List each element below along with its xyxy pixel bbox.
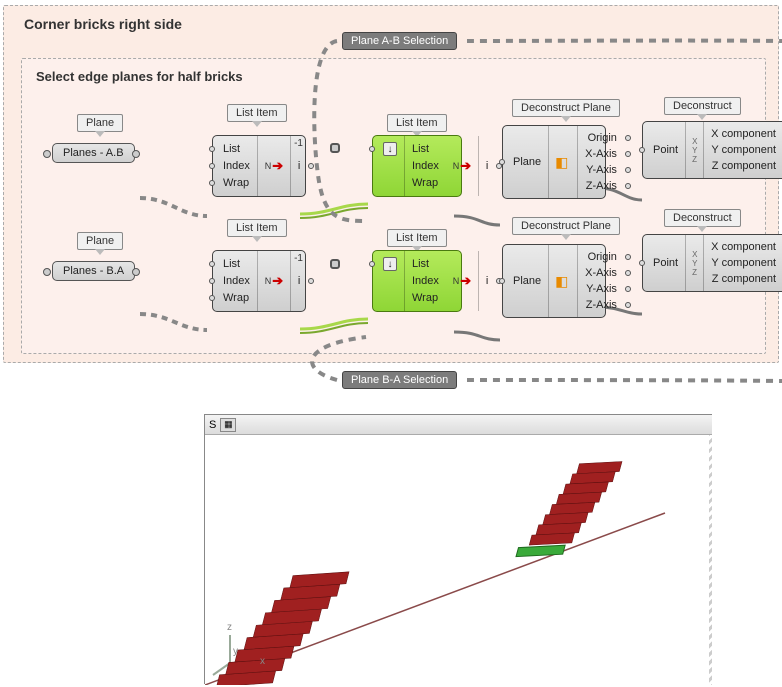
label-decon-pt-2: Deconstruct xyxy=(664,209,741,232)
group-inner: Select edge planes for half bricks Plane… xyxy=(21,58,766,354)
group-outer-title: Corner bricks right side xyxy=(24,16,182,32)
list-item-icon: ➔ xyxy=(452,158,472,174)
pill-plane-ba[interactable]: Plane B-A Selection xyxy=(342,371,457,389)
brick-stack-left xyxy=(217,572,350,685)
viewport-canvas[interactable]: z x y xyxy=(205,435,712,685)
xyz-icon: X Y Z xyxy=(692,137,697,164)
component-deconstruct-plane-1[interactable]: Plane Origin X-Axis Y-Axis Z-Axis xyxy=(502,125,606,199)
plane-icon xyxy=(555,154,571,170)
axis-y-label: y xyxy=(233,646,238,657)
param-planes-ba[interactable]: Planes - B.A xyxy=(52,261,135,281)
label-list-item-1: List Item xyxy=(227,104,287,127)
label-list-item-g2: List Item xyxy=(387,229,447,252)
component-list-item-green-1[interactable]: ↓ . . List Index Wrap ➔ i xyxy=(372,135,462,197)
list-item-icon: ➔ xyxy=(264,273,284,289)
group-outer: Corner bricks right side Select edge pla… xyxy=(3,5,779,363)
viewport-titlebar: S ▦ xyxy=(205,415,712,435)
list-item-icon: ➔ xyxy=(264,158,284,174)
param-planes-ab[interactable]: Planes - A.B xyxy=(52,143,135,163)
label-decon-plane-1: Deconstruct Plane xyxy=(512,99,620,122)
label-list-item-2: List Item xyxy=(227,219,287,242)
label-plane-ab: Plane xyxy=(77,114,123,137)
pill-plane-ab[interactable]: Plane A-B Selection xyxy=(342,32,457,50)
viewport-resize-edge[interactable] xyxy=(709,435,712,685)
arrow-down-icon: ↓ xyxy=(383,142,397,156)
relay-1[interactable] xyxy=(330,143,340,153)
component-deconstruct-plane-2[interactable]: Plane Origin X-Axis Y-Axis Z-Axis xyxy=(502,244,606,318)
component-deconstruct-1[interactable]: Point X Y Z X component Y component Z co… xyxy=(642,121,782,179)
axis-x-label: x xyxy=(260,656,265,667)
list-item-icon: ➔ xyxy=(452,273,472,289)
component-deconstruct-2[interactable]: Point X Y Z X component Y component Z co… xyxy=(642,234,782,292)
label-list-item-g1: List Item xyxy=(387,114,447,137)
component-list-item-green-2[interactable]: ↓ . . List Index Wrap ➔ i xyxy=(372,250,462,312)
group-inner-title: Select edge planes for half bricks xyxy=(36,69,243,84)
plane-icon xyxy=(555,273,571,289)
component-list-item-2[interactable]: -1 List Index Wrap ➔ i xyxy=(212,250,306,312)
xyz-icon: X Y Z xyxy=(692,250,697,277)
brick-stack-right xyxy=(516,462,622,557)
relay-2[interactable] xyxy=(330,259,340,269)
viewport-3d[interactable]: S ▦ xyxy=(204,414,712,684)
label-decon-pt-1: Deconstruct xyxy=(664,97,741,120)
component-list-item-1[interactable]: -1 List Index Wrap ➔ i xyxy=(212,135,306,197)
viewport-mode-button[interactable]: ▦ xyxy=(220,418,236,432)
axis-z-label: z xyxy=(227,622,232,633)
viewport-title: S xyxy=(209,419,216,431)
arrow-down-icon: ↓ xyxy=(383,257,397,271)
label-plane-ba: Plane xyxy=(77,232,123,255)
label-decon-plane-2: Deconstruct Plane xyxy=(512,217,620,240)
